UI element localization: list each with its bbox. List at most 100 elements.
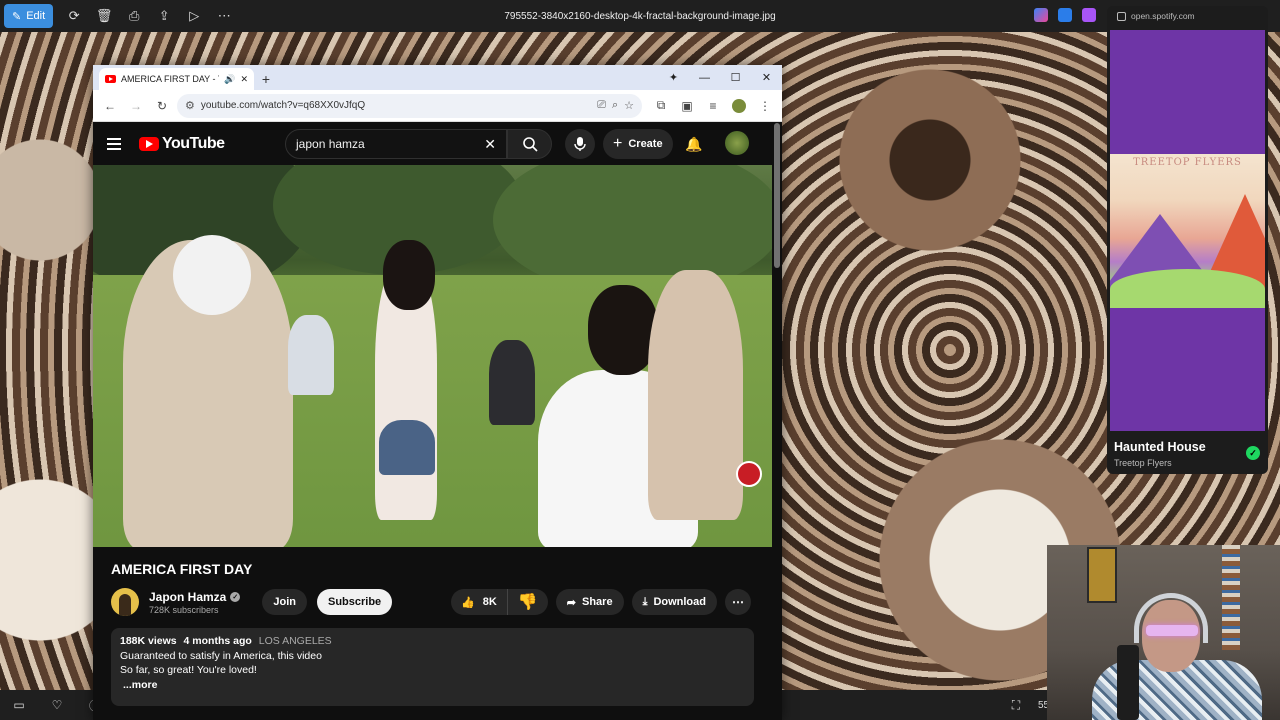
thumbs-up-icon: 👍: [461, 596, 475, 609]
reload-icon[interactable]: ↻: [151, 95, 173, 117]
more-actions-button[interactable]: ⋯: [725, 589, 751, 615]
slideshow-icon[interactable]: ▷: [179, 4, 209, 28]
description-box[interactable]: 188K views 4 months ago LOS ANGELES Guar…: [111, 628, 754, 706]
description-line: So far, so great! You're loved!: [120, 664, 257, 676]
distant-person: [288, 315, 334, 395]
channel-name-text[interactable]: Japon Hamza: [149, 590, 226, 604]
youtube-favicon-icon: [105, 75, 116, 83]
browser-menu-icon[interactable]: ⋮: [754, 95, 776, 117]
browser-window: AMERICA FIRST DAY - YouTube 🔊 ✕ + ✦ — ☐ …: [93, 65, 782, 720]
join-button[interactable]: Join: [262, 589, 307, 615]
channel-avatar[interactable]: [111, 588, 139, 616]
voice-search-button[interactable]: [565, 129, 595, 159]
zoom-icon[interactable]: ⌕: [612, 99, 618, 112]
maximize-button[interactable]: ☐: [720, 65, 751, 90]
album-art-panel[interactable]: TREETOP FLYERS: [1110, 30, 1265, 431]
bookmark-star-icon[interactable]: ☆: [624, 99, 634, 112]
url-text[interactable]: youtube.com/watch?v=q68XX0vJfqQ: [201, 100, 591, 111]
tab-strip: AMERICA FIRST DAY - YouTube 🔊 ✕ + ✦ — ☐ …: [93, 65, 782, 90]
search-icon: [522, 137, 538, 152]
show-more-link[interactable]: ...more: [123, 678, 745, 693]
rotate-icon[interactable]: ⟳: [59, 4, 89, 28]
copilot-icon[interactable]: [1034, 8, 1048, 22]
gemini-icon[interactable]: ✦: [658, 65, 689, 90]
cover-hills: [1110, 269, 1265, 308]
tab-close-icon[interactable]: ✕: [240, 74, 248, 85]
edit-button[interactable]: ✎ Edit: [4, 4, 54, 28]
person-beige: [648, 270, 743, 520]
close-window-button[interactable]: ✕: [751, 65, 782, 90]
channel-watermark[interactable]: [736, 461, 762, 487]
video-player[interactable]: [93, 165, 772, 547]
share-icon[interactable]: ⇪: [149, 4, 179, 28]
channel-name[interactable]: Japon Hamza ✓: [149, 590, 241, 604]
share-button[interactable]: ➦ Share: [555, 589, 624, 615]
edit-label: Edit: [26, 10, 46, 22]
tab-title: AMERICA FIRST DAY - YouTube: [121, 74, 219, 84]
microphone-icon: [574, 137, 586, 151]
edit-icon: ✎: [12, 10, 22, 23]
youtube-logo-icon: [139, 137, 159, 151]
spotify-miniplayer: open.spotify.com TREETOP FLYERS Haunted …: [1107, 6, 1268, 474]
audio-playing-icon[interactable]: 🔊: [224, 74, 235, 85]
menu-icon[interactable]: [107, 138, 121, 150]
dislike-button[interactable]: 👎: [508, 589, 548, 615]
browser-toolbar: ← → ↻ ⚙ youtube.com/watch?v=q68XX0vJfqQ …: [93, 90, 782, 122]
editor-icon[interactable]: [1058, 8, 1072, 22]
cast-icon[interactable]: ▣: [676, 95, 698, 117]
subscribe-label: Subscribe: [327, 596, 382, 608]
search-button[interactable]: [507, 129, 552, 159]
tab-youtube[interactable]: AMERICA FIRST DAY - YouTube 🔊 ✕: [99, 68, 254, 90]
upload-age: 4 months ago: [183, 635, 252, 647]
like-button[interactable]: 👍 8K: [451, 589, 508, 615]
print-icon[interactable]: ⎙: [119, 4, 149, 28]
saved-check-icon[interactable]: ✓: [1246, 446, 1260, 460]
site-info-icon[interactable]: ⚙: [185, 99, 195, 112]
search-value[interactable]: japon hamza: [296, 137, 484, 151]
like-dislike-group: 👍 8K 👎: [451, 589, 548, 615]
bookshelf: [1222, 545, 1240, 650]
artist-name[interactable]: Treetop Flyers: [1114, 458, 1172, 468]
description-line: Guaranteed to satisfy in America, this v…: [120, 649, 322, 662]
verified-icon: ✓: [230, 591, 241, 602]
youtube-page: YouTube japon hamza ✕ + Create 🔔 AMERICA…: [93, 123, 782, 720]
glowing-glasses: [1146, 625, 1198, 636]
download-label: Download: [653, 596, 706, 608]
profile-avatar[interactable]: [728, 95, 750, 117]
share-label: Share: [581, 596, 613, 608]
more-options-icon[interactable]: ⋯: [209, 4, 239, 28]
delete-icon[interactable]: 🗑: [89, 4, 119, 28]
extensions-icon[interactable]: ⧉: [650, 95, 672, 117]
join-label: Join: [273, 596, 296, 608]
plus-icon: +: [613, 135, 623, 152]
webcam-overlay: [1047, 545, 1280, 720]
create-label: Create: [628, 138, 663, 150]
notifications-bell-icon[interactable]: 🔔: [685, 136, 702, 153]
like-count: 8K: [482, 596, 497, 608]
youtube-logo[interactable]: YouTube: [139, 135, 225, 153]
minimize-button[interactable]: —: [689, 65, 720, 90]
search-input[interactable]: japon hamza ✕: [285, 129, 507, 159]
forward-icon[interactable]: →: [125, 95, 147, 117]
download-button[interactable]: ⤓ Download: [631, 589, 717, 615]
fit-icon[interactable]: ⛶: [997, 690, 1035, 720]
address-bar[interactable]: ⚙ youtube.com/watch?v=q68XX0vJfqQ ⎚ ⌕ ☆: [177, 93, 642, 118]
track-title[interactable]: Haunted House: [1114, 440, 1206, 454]
new-tab-button[interactable]: +: [254, 71, 278, 87]
install-icon[interactable]: ⎚: [597, 99, 606, 112]
location-tag[interactable]: LOS ANGELES: [259, 635, 332, 647]
back-icon[interactable]: ←: [99, 95, 121, 117]
app-icon[interactable]: [1082, 8, 1096, 22]
album-cover-title: TREETOP FLYERS: [1133, 157, 1242, 168]
account-avatar[interactable]: [725, 131, 749, 155]
media-controls-icon[interactable]: ≡: [702, 95, 724, 117]
view-count: 188K views: [120, 635, 177, 647]
create-button[interactable]: + Create: [603, 129, 673, 159]
clear-search-icon[interactable]: ✕: [484, 136, 496, 153]
favorite-icon[interactable]: ♡: [38, 690, 76, 720]
page-scrollbar[interactable]: [774, 123, 780, 268]
wall-poster: [1087, 547, 1117, 603]
video-title: AMERICA FIRST DAY: [111, 561, 253, 577]
subscribe-button[interactable]: Subscribe: [316, 589, 393, 615]
filmstrip-icon[interactable]: ▭: [0, 690, 38, 720]
